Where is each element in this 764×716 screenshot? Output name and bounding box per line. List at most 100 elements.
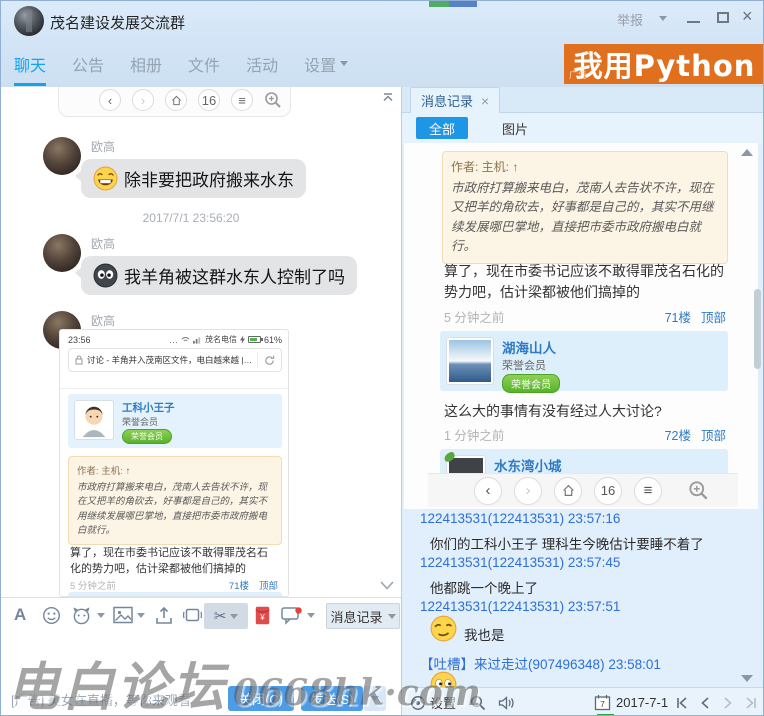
window-shake-icon[interactable]: [183, 606, 202, 624]
report-dropdown-caret-icon[interactable]: [659, 16, 667, 21]
tab-activity[interactable]: 活动: [246, 41, 278, 86]
history-dropdown-caret-icon: [388, 614, 396, 619]
close-button[interactable]: ×: [742, 6, 753, 27]
message-history-panel: 消息记录 × 全部 图片 作者: 主机: ↑ 市政府打算搬来电白，茂南人去告状不…: [401, 87, 764, 716]
filter-images-button[interactable]: 图片: [502, 119, 528, 138]
reply-text: 这么大的事情有没有经过人大讨论?: [444, 401, 726, 421]
next-page-icon[interactable]: [721, 696, 735, 710]
send-image-icon[interactable]: [113, 606, 133, 624]
settings-gear-icon[interactable]: [410, 695, 426, 711]
sender-name: 欧高: [91, 312, 115, 329]
message-composer[interactable]: A ✂: [1, 597, 401, 716]
qq-group-chat-window: 茂名建设发展交流群 举报 × 聊天 公告 相册 文件 活动 设置 我用Pytho…: [0, 0, 764, 716]
divider: [60, 388, 289, 389]
scroll-down-icon[interactable]: [741, 675, 753, 682]
screenshot-dropdown-caret-icon: [230, 614, 238, 619]
reply-meta: 5 分钟之前 71楼顶部: [70, 578, 278, 592]
log-entry-text: 你们的工科小王子 理科生今晚估计要睡不着了: [430, 533, 704, 553]
tab-album[interactable]: 相册: [130, 41, 162, 86]
last-page-icon[interactable]: [744, 696, 758, 710]
open-history-button[interactable]: 消息记录: [326, 603, 400, 629]
svg-text:¥: ¥: [259, 613, 265, 622]
calendar-icon[interactable]: 7: [594, 694, 611, 711]
ad-banner-text: 我用Python: [574, 43, 756, 85]
quoted-post: 作者: 主机: ↑ 市政府打算搬来电白，茂南人去告状不许，现在又把羊的角砍去，好…: [442, 151, 728, 264]
shared-screenshot-image[interactable]: 23:56 … 茂名电信 61% 讨论 - 羊角并入茂南区文件，电白越来越 | …: [59, 329, 289, 597]
speaker-icon[interactable]: [498, 695, 516, 711]
history-tab-strip: 消息记录 ×: [402, 87, 764, 113]
scroll-down-icon[interactable]: [379, 579, 395, 591]
forward-icon: ›: [514, 477, 542, 505]
chat-bubble: 我羊角被这群水东人控制了吗: [81, 256, 357, 295]
quote-body: 市政府打算搬来电白，茂南人去告状不许，现在又把羊的角砍去，好事都是自己的，其实不…: [451, 179, 719, 257]
collapse-panel-icon[interactable]: [381, 91, 395, 105]
tab-chat[interactable]: 聊天: [14, 41, 46, 86]
reply-text: 算了，现在市委书记应该不敢得罪茂名石化的势力吧，估计梁都被他们搞掉的: [444, 261, 726, 303]
scroll-up-icon[interactable]: [741, 149, 753, 156]
custom-emote-cat-icon[interactable]: [71, 606, 92, 625]
red-packet-icon[interactable]: ¥: [255, 606, 270, 625]
forum-post-author-card: 工科小王子 荣誉会员 荣誉会员: [68, 394, 282, 448]
filter-all-button[interactable]: 全部: [416, 117, 468, 139]
tab-announcement[interactable]: 公告: [72, 41, 104, 86]
history-pagination: [675, 696, 758, 710]
first-page-icon[interactable]: [675, 696, 689, 710]
shared-image-partial[interactable]: ‹ › 16 ≡: [58, 87, 291, 117]
desktop-artifact-green: [429, 1, 449, 7]
sender-name: 欧高: [91, 235, 115, 252]
tab-settings[interactable]: 设置: [304, 41, 348, 86]
chat-notify-icon[interactable]: [281, 606, 302, 625]
upload-file-icon[interactable]: [155, 606, 173, 625]
grin-emoji: [93, 166, 118, 191]
refresh-icon: [264, 355, 275, 366]
tab-files[interactable]: 文件: [188, 41, 220, 86]
post-author-rank: 荣誉会员: [502, 357, 560, 373]
log-entry-text: 他都跳一个晚上了: [430, 577, 538, 597]
search-icon[interactable]: [470, 695, 486, 711]
menu-icon: ≡: [231, 89, 253, 111]
forum-avatar-boy: [74, 400, 114, 440]
log-entry-header: 122413531(122413531) 23:57:51: [420, 599, 620, 614]
report-button[interactable]: 举报: [617, 10, 643, 29]
ad-banner[interactable]: 我用Python 广告: [564, 44, 764, 84]
group-title: 茂名建设发展交流群: [50, 12, 185, 33]
send-options-caret[interactable]: [364, 686, 386, 711]
close-chat-button[interactable]: 关闭(C): [228, 686, 294, 711]
mobile-nav-bar: ‹ › 16 ≡: [428, 473, 738, 507]
zoom-in-icon: [688, 480, 709, 501]
emoticon-icon[interactable]: [42, 606, 61, 625]
image-dropdown-caret-icon[interactable]: [137, 613, 145, 618]
close-history-tab-icon[interactable]: ×: [481, 93, 489, 109]
notify-dropdown-caret-icon[interactable]: [307, 613, 315, 618]
screenshot-scissors-button[interactable]: ✂: [204, 603, 248, 629]
smirk-emoji: [430, 615, 457, 642]
menu-icon: ≡: [634, 477, 662, 505]
svg-text:7: 7: [600, 699, 605, 709]
minimize-button[interactable]: [687, 21, 700, 23]
history-tab[interactable]: 消息记录 ×: [410, 87, 500, 113]
forum-avatar-dark: [446, 455, 486, 473]
send-button[interactable]: 发送(S): [301, 686, 363, 711]
signal-icon: [193, 336, 202, 344]
home-icon: [165, 89, 187, 111]
emote-dropdown-caret-icon[interactable]: [97, 613, 105, 618]
maximize-button[interactable]: [717, 12, 729, 23]
forum-post-author-card: 湖海山人 荣誉会员 荣誉会员: [440, 331, 728, 391]
sender-name: 欧高: [91, 138, 115, 155]
prev-page-icon[interactable]: [698, 696, 712, 710]
scrollbar-thumb[interactable]: [754, 289, 761, 369]
wifi-icon: [181, 336, 190, 344]
member-badge: 荣誉会员: [502, 374, 560, 393]
font-format-icon[interactable]: A: [14, 605, 26, 625]
history-settings-label[interactable]: 设置: [430, 693, 456, 712]
back-icon: ‹: [474, 477, 502, 505]
tab-count-icon: 16: [594, 477, 622, 505]
history-date[interactable]: 2017-7-1: [616, 695, 668, 710]
post-author-name: 水东湾小城: [494, 455, 562, 473]
shifty-emoji-clipped: [430, 671, 458, 687]
history-image-message[interactable]: 作者: 主机: ↑ 市政府打算搬来电白，茂南人去告状不许，现在又把羊的角砍去，好…: [404, 143, 758, 509]
quote-jump-arrow: ↑: [512, 160, 518, 174]
chat-bubble: 除非要把政府搬来水东: [81, 159, 306, 198]
battery-icon: [248, 336, 261, 343]
group-avatar[interactable]: [14, 6, 44, 36]
